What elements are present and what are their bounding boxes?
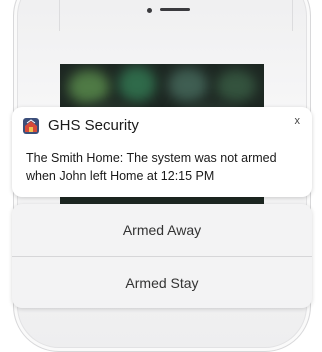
- earpiece-speaker: [160, 8, 190, 11]
- armed-stay-button[interactable]: Armed Stay: [12, 257, 312, 308]
- front-camera: [147, 8, 152, 13]
- phone-bezel-edge: [59, 0, 293, 31]
- notification-app-name: GHS Security: [48, 117, 139, 134]
- notification-message: The Smith Home: The system was not armed…: [26, 151, 277, 183]
- notification-actions: Armed Away Armed Stay: [12, 204, 312, 308]
- armed-away-button[interactable]: Armed Away: [12, 204, 312, 256]
- close-icon[interactable]: x: [295, 115, 301, 127]
- notification-card[interactable]: GHS Security x The Smith Home: The syste…: [12, 107, 312, 197]
- house-shield-icon: [22, 117, 40, 135]
